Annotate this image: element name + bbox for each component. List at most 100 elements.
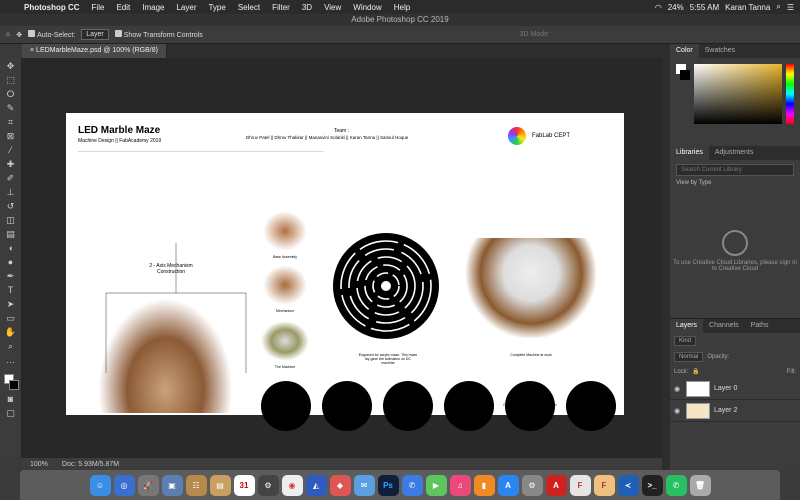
tab-adjustments[interactable]: Adjustments <box>709 146 760 160</box>
facetime-icon[interactable]: ▶ <box>425 474 447 496</box>
contacts-icon[interactable]: ☷ <box>185 474 207 496</box>
lock-icon[interactable]: 🔒 <box>692 368 699 375</box>
tab-channels[interactable]: Channels <box>703 319 745 333</box>
eye-icon[interactable]: ◉ <box>674 385 682 393</box>
books-icon[interactable]: ▮ <box>473 474 495 496</box>
menu-select[interactable]: Select <box>232 3 266 12</box>
hand-tool-icon[interactable]: ✋ <box>3 326 19 339</box>
auto-select-dropdown[interactable]: Layer <box>81 29 109 40</box>
tab-color[interactable]: Color <box>670 44 699 58</box>
panel-collapse-strip[interactable] <box>662 44 670 470</box>
photos-icon[interactable]: ▣ <box>161 474 183 496</box>
healing-tool-icon[interactable]: ✚ <box>3 158 19 171</box>
path-select-tool-icon[interactable]: ➤ <box>3 298 19 311</box>
preferences-icon[interactable]: ⚙ <box>521 474 543 496</box>
more-tools-icon[interactable]: … <box>3 354 19 367</box>
view-by-select[interactable]: View by Type <box>676 180 794 186</box>
eraser-tool-icon[interactable]: ◫ <box>3 214 19 227</box>
color-panel-swatches[interactable] <box>676 64 690 124</box>
appstore-icon[interactable]: A <box>497 474 519 496</box>
color-swatches[interactable] <box>2 374 20 392</box>
menu-list-icon[interactable]: ☰ <box>787 3 794 12</box>
move-tool-icon[interactable]: ✥ <box>3 60 19 73</box>
safari-icon[interactable]: ◎ <box>113 474 135 496</box>
mail-icon[interactable]: ✉ <box>353 474 375 496</box>
background-color-swatch[interactable] <box>8 380 19 390</box>
stamp-tool-icon[interactable]: ⊥ <box>3 186 19 199</box>
tab-paths[interactable]: Paths <box>745 319 775 333</box>
layer-name[interactable]: Layer 2 <box>714 407 737 414</box>
tab-layers[interactable]: Layers <box>670 319 704 333</box>
clock[interactable]: 5:55 AM <box>690 3 719 12</box>
battery-percent[interactable]: 24% <box>668 3 684 12</box>
calendar-icon[interactable]: 31 <box>233 474 255 496</box>
dodge-tool-icon[interactable]: ● <box>3 256 19 269</box>
quick-select-tool-icon[interactable]: ✎ <box>3 102 19 115</box>
lasso-tool-icon[interactable]: ⵔ <box>3 88 19 101</box>
color-picker[interactable] <box>676 64 794 124</box>
document-canvas[interactable]: LED Marble Maze Machine Design || FabAca… <box>66 113 624 431</box>
library-search-input[interactable]: Search Current Library <box>676 164 794 176</box>
layer-row[interactable]: ◉ Layer 0 <box>670 378 800 400</box>
menu-layer[interactable]: Layer <box>170 3 202 12</box>
menu-help[interactable]: Help <box>388 3 416 12</box>
marquee-tool-icon[interactable]: ⬚ <box>3 74 19 87</box>
menu-window[interactable]: Window <box>347 3 387 12</box>
canvas-area[interactable]: LED Marble Maze Machine Design || FabAca… <box>22 58 662 458</box>
rectangle-tool-icon[interactable]: ▭ <box>3 312 19 325</box>
document-tab[interactable]: × LEDMarbleMaze.psd @ 100% (RGB/8) <box>22 44 167 58</box>
layer-kind-filter[interactable]: Kind <box>674 336 697 346</box>
tab-swatches[interactable]: Swatches <box>699 44 741 58</box>
wifi-icon[interactable]: ◠ <box>655 3 662 12</box>
history-brush-icon[interactable]: ↺ <box>3 200 19 213</box>
keynote-icon[interactable]: ◭ <box>305 474 327 496</box>
menu-filter[interactable]: Filter <box>266 3 296 12</box>
doc-size[interactable]: Doc: 5.93M/5.87M <box>62 461 119 468</box>
vscode-icon[interactable]: ≺ <box>617 474 639 496</box>
crop-tool-icon[interactable]: ⌗ <box>3 116 19 129</box>
fusion-icon[interactable]: F <box>593 474 615 496</box>
notes-icon[interactable]: ▤ <box>209 474 231 496</box>
pdf-icon[interactable]: F <box>569 474 591 496</box>
finder-icon[interactable]: ☺ <box>89 474 111 496</box>
trash-icon[interactable]: 🗑 <box>689 474 711 496</box>
zoom-level[interactable]: 100% <box>30 461 48 468</box>
menu-view[interactable]: View <box>318 3 347 12</box>
terminal-icon[interactable]: >_ <box>641 474 663 496</box>
brush-tool-icon[interactable]: ✐ <box>3 172 19 185</box>
menu-image[interactable]: Image <box>136 3 170 12</box>
photoshop-icon[interactable]: Ps <box>377 474 399 496</box>
acrobat-icon[interactable]: A <box>545 474 567 496</box>
type-tool-icon[interactable]: T <box>3 284 19 297</box>
menu-3d[interactable]: 3D <box>296 3 318 12</box>
layer-name[interactable]: Layer 0 <box>714 385 737 392</box>
tab-libraries[interactable]: Libraries <box>670 146 709 160</box>
search-icon[interactable]: ⌕ <box>776 2 780 12</box>
user-name[interactable]: Karan Tanna <box>725 3 770 12</box>
transform-controls-checkbox[interactable]: Show Transform Controls <box>114 30 203 39</box>
menu-type[interactable]: Type <box>202 3 231 12</box>
blend-mode-select[interactable]: Normal <box>674 352 704 362</box>
app-icon[interactable]: ◆ <box>329 474 351 496</box>
whatsapp-icon[interactable]: ✆ <box>665 474 687 496</box>
eyedropper-tool-icon[interactable]: ⁄ <box>3 144 19 157</box>
menu-app-name[interactable]: Photoshop CC <box>18 3 86 12</box>
zoom-tool-icon[interactable]: ⌕ <box>3 340 19 353</box>
frame-tool-icon[interactable]: ⊠ <box>3 130 19 143</box>
gradient-tool-icon[interactable]: ▤ <box>3 228 19 241</box>
quick-mask-icon[interactable]: ◙ <box>3 393 19 406</box>
system-icon[interactable]: ⚙ <box>257 474 279 496</box>
launchpad-icon[interactable]: 🚀 <box>137 474 159 496</box>
home-icon[interactable]: ⌂ <box>6 31 10 38</box>
blur-tool-icon[interactable]: ◖ <box>3 242 19 255</box>
menu-file[interactable]: File <box>86 3 111 12</box>
color-field[interactable] <box>694 64 782 124</box>
chrome-icon[interactable]: ◉ <box>281 474 303 496</box>
messages-icon[interactable]: ✆ <box>401 474 423 496</box>
eye-icon[interactable]: ◉ <box>674 407 682 415</box>
menu-edit[interactable]: Edit <box>110 3 136 12</box>
hue-slider[interactable] <box>786 64 794 124</box>
pen-tool-icon[interactable]: ✒ <box>3 270 19 283</box>
auto-select-checkbox[interactable]: Auto-Select: <box>28 30 75 39</box>
music-icon[interactable]: ♫ <box>449 474 471 496</box>
